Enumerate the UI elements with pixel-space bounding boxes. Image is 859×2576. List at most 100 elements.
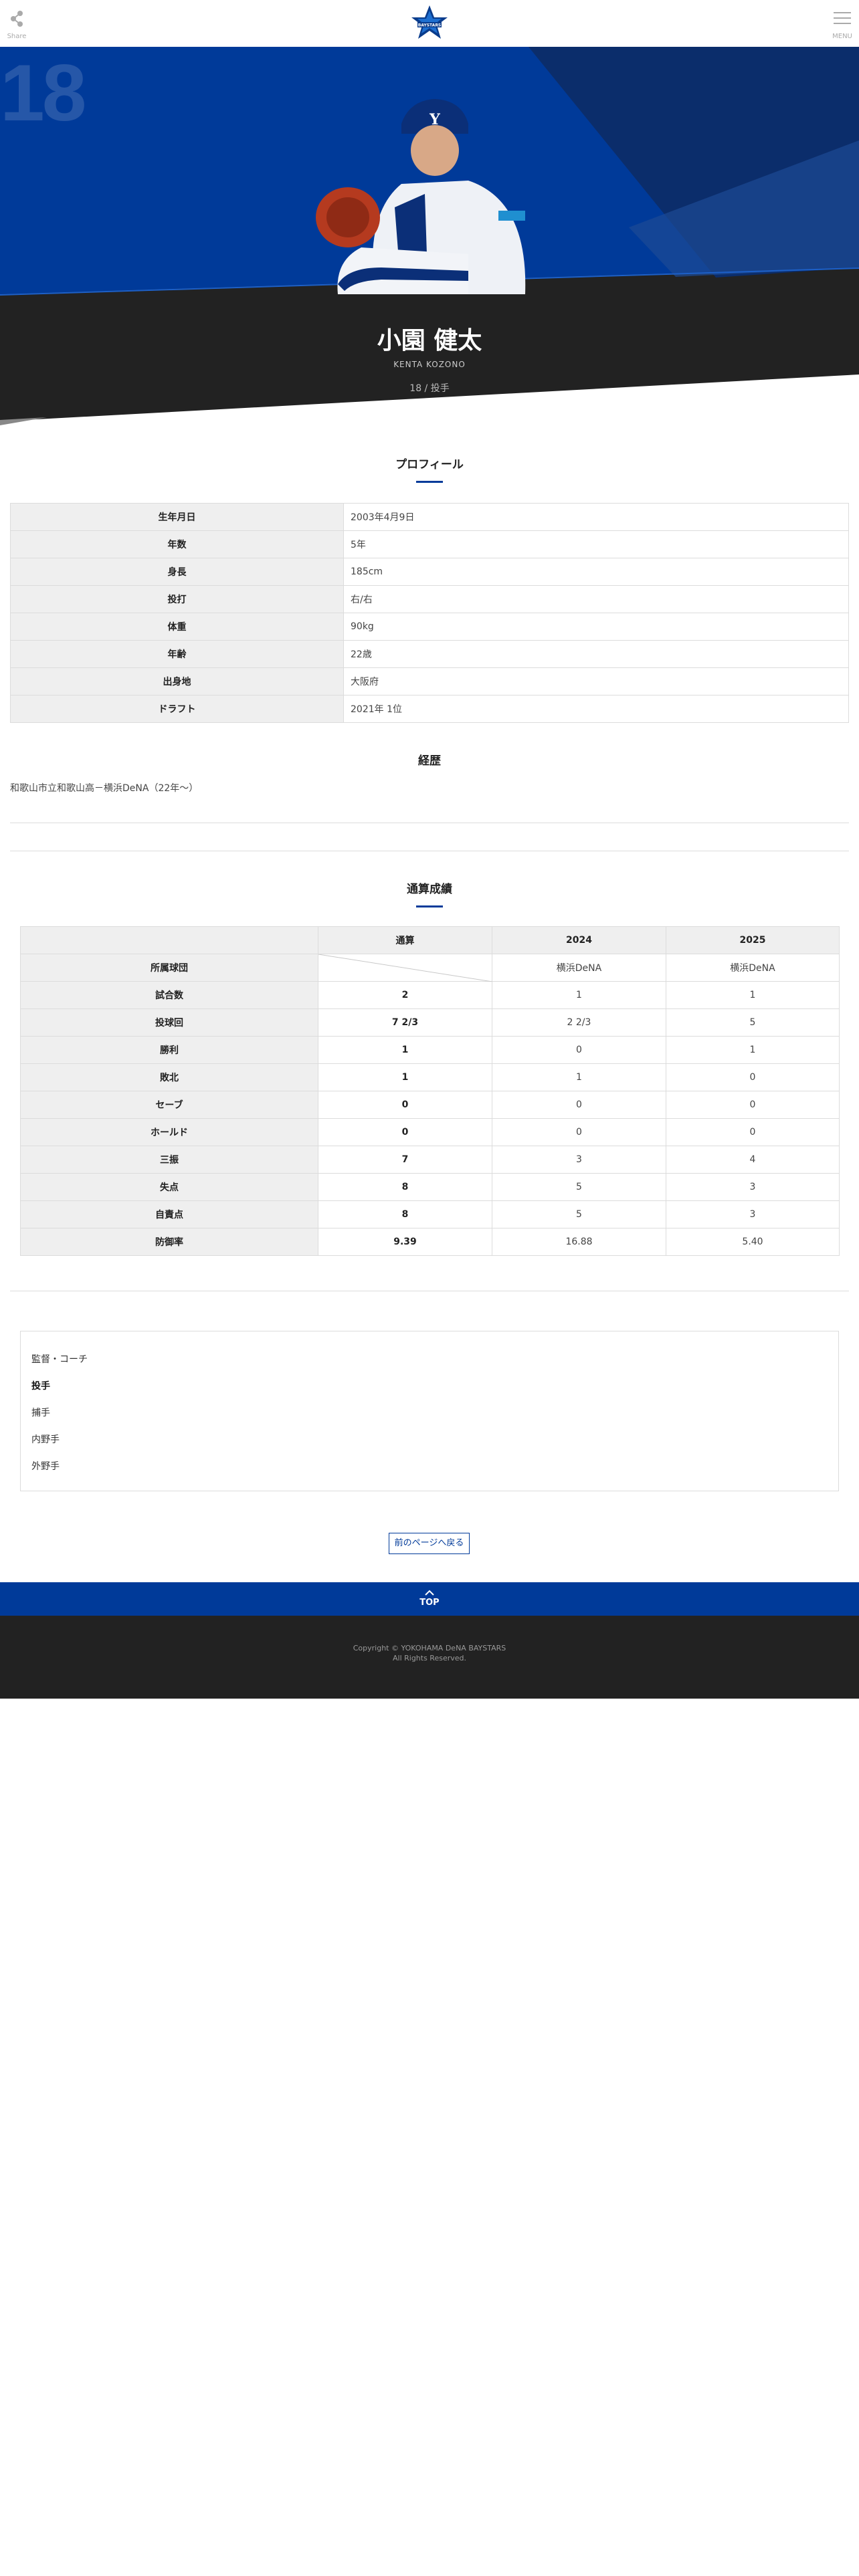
stats-header-row: 通算 2024 2025 <box>20 926 840 954</box>
career-title: 経歴 <box>0 751 859 768</box>
profile-value: 大阪府 <box>343 667 849 695</box>
stats-cell: 0 <box>666 1063 840 1091</box>
profile-title: プロフィール <box>0 455 859 483</box>
stats-row-label: 防御率 <box>20 1228 318 1256</box>
stats-header-cell <box>20 926 318 954</box>
empty-diagonal-cell <box>318 954 492 982</box>
stats-cell: 0 <box>666 1091 840 1119</box>
profile-value: 2003年4月9日 <box>343 503 849 531</box>
career-title-text: 経歴 <box>418 754 441 768</box>
stats-team-row: 所属球団 横浜DeNA 横浜DeNA <box>20 954 840 982</box>
category-link[interactable]: 捕手 <box>31 1400 838 1426</box>
profile-row: 年数 5年 <box>10 530 849 558</box>
stats-cell: 2 2/3 <box>492 1008 666 1037</box>
stats-cell: 1 <box>666 981 840 1009</box>
stats-total-cell: 7 2/3 <box>318 1008 492 1037</box>
stats-row-label: 敗北 <box>20 1063 318 1091</box>
profile-label: 年齢 <box>10 640 344 668</box>
stats-total-cell: 9.39 <box>318 1228 492 1256</box>
profile-label: 出身地 <box>10 667 344 695</box>
stats-row-label: 投球回 <box>20 1008 318 1037</box>
profile-row: 体重 90kg <box>10 613 849 641</box>
profile-label: 投打 <box>10 585 344 613</box>
stats-row-label: 三振 <box>20 1146 318 1174</box>
profile-value: 右/右 <box>343 585 849 613</box>
category-link[interactable]: 外野手 <box>31 1453 838 1480</box>
stats-cell: 3 <box>492 1146 666 1174</box>
profile-row: 投打 右/右 <box>10 585 849 613</box>
stats-row: 失点 8 5 3 <box>20 1173 840 1201</box>
stats-cell: 0 <box>492 1036 666 1064</box>
stats-title: 通算成績 <box>0 879 859 907</box>
svg-text:BAYSTARS: BAYSTARS <box>418 23 442 28</box>
stats-cell: 0 <box>666 1118 840 1146</box>
site-footer: Copyright © YOKOHAMA DeNA BAYSTARS All R… <box>0 1616 859 1699</box>
stats-cell: 5 <box>492 1173 666 1201</box>
stats-cell: 5 <box>492 1200 666 1228</box>
stats-total-cell: 8 <box>318 1200 492 1228</box>
player-name: 小園 健太 <box>377 327 482 354</box>
menu-label: MENU <box>832 33 852 40</box>
stats-cell: 16.88 <box>492 1228 666 1256</box>
profile-value: 185cm <box>343 558 849 586</box>
stats-total-cell: 1 <box>318 1036 492 1064</box>
career-text: 和歌山市立和歌山高－横浜DeNA（22年〜） <box>10 783 199 794</box>
stats-row-label: 所属球団 <box>20 954 318 982</box>
profile-title-text: プロフィール <box>395 458 464 471</box>
stats-row: 自責点 8 5 3 <box>20 1200 840 1228</box>
position-category-list: 監督・コーチ 投手 捕手 内野手 外野手 <box>20 1331 839 1491</box>
category-link[interactable]: 投手 <box>31 1373 838 1400</box>
profile-label: ドラフト <box>10 695 344 723</box>
profile-value: 5年 <box>343 530 849 558</box>
stats-title-text: 通算成績 <box>407 883 452 896</box>
stats-row: 敗北 1 1 0 <box>20 1063 840 1091</box>
profile-value: 2021年 1位 <box>343 695 849 723</box>
stats-total-cell: 8 <box>318 1173 492 1201</box>
stats-total-cell: 7 <box>318 1146 492 1174</box>
profile-value: 22歳 <box>343 640 849 668</box>
profile-value: 90kg <box>343 613 849 641</box>
share-button[interactable]: Share <box>0 8 33 41</box>
star-logo-icon: BAYSTARS <box>411 5 448 39</box>
profile-row: 年齢 22歳 <box>10 640 849 668</box>
diagonal-line <box>318 954 492 982</box>
profile-row: 身長 185cm <box>10 558 849 586</box>
profile-row: 生年月日 2003年4月9日 <box>10 503 849 531</box>
category-link[interactable]: 内野手 <box>31 1426 838 1453</box>
stats-cell: 5 <box>666 1008 840 1037</box>
stats-header-cell: 通算 <box>318 926 492 954</box>
profile-row: ドラフト 2021年 1位 <box>10 695 849 723</box>
stats-row-label: セーブ <box>20 1091 318 1119</box>
stats-row-label: ホールド <box>20 1118 318 1146</box>
stats-total-cell: 0 <box>318 1091 492 1119</box>
site-header: Share BAYSTARS MENU <box>0 0 859 47</box>
player-meta: 18 / 投手 <box>409 383 450 394</box>
stats-row: 投球回 7 2/3 2 2/3 5 <box>20 1008 840 1037</box>
profile-row: 出身地 大阪府 <box>10 667 849 695</box>
stats-total-cell: 1 <box>318 1063 492 1091</box>
stats-row-label: 勝利 <box>20 1036 318 1064</box>
stats-row: 防御率 9.39 16.88 5.40 <box>20 1228 840 1256</box>
team-logo[interactable]: BAYSTARS <box>409 4 450 43</box>
stats-header-cell: 2024 <box>492 926 666 954</box>
stats-cell: 3 <box>666 1173 840 1201</box>
rights-line: All Rights Reserved. <box>392 1654 467 1662</box>
category-link[interactable]: 監督・コーチ <box>31 1346 838 1373</box>
title-underline <box>416 905 443 907</box>
profile-label: 年数 <box>10 530 344 558</box>
title-underline <box>416 481 443 483</box>
stats-row-label: 失点 <box>20 1173 318 1201</box>
share-label: Share <box>7 33 27 40</box>
stats-cell: 横浜DeNA <box>666 954 840 982</box>
stats-row: ホールド 0 0 0 <box>20 1118 840 1146</box>
stats-cell: 5.40 <box>666 1228 840 1256</box>
menu-button[interactable]: MENU <box>826 8 859 41</box>
back-to-top-button[interactable]: TOP <box>0 1582 859 1616</box>
stats-row-label: 試合数 <box>20 981 318 1009</box>
share-icon <box>11 11 23 27</box>
stats-cell: 0 <box>492 1091 666 1119</box>
back-button[interactable]: 前のページへ戻る <box>389 1533 470 1554</box>
stats-row: 三振 7 3 4 <box>20 1146 840 1174</box>
hamburger-icon <box>834 12 851 24</box>
profile-label: 身長 <box>10 558 344 586</box>
